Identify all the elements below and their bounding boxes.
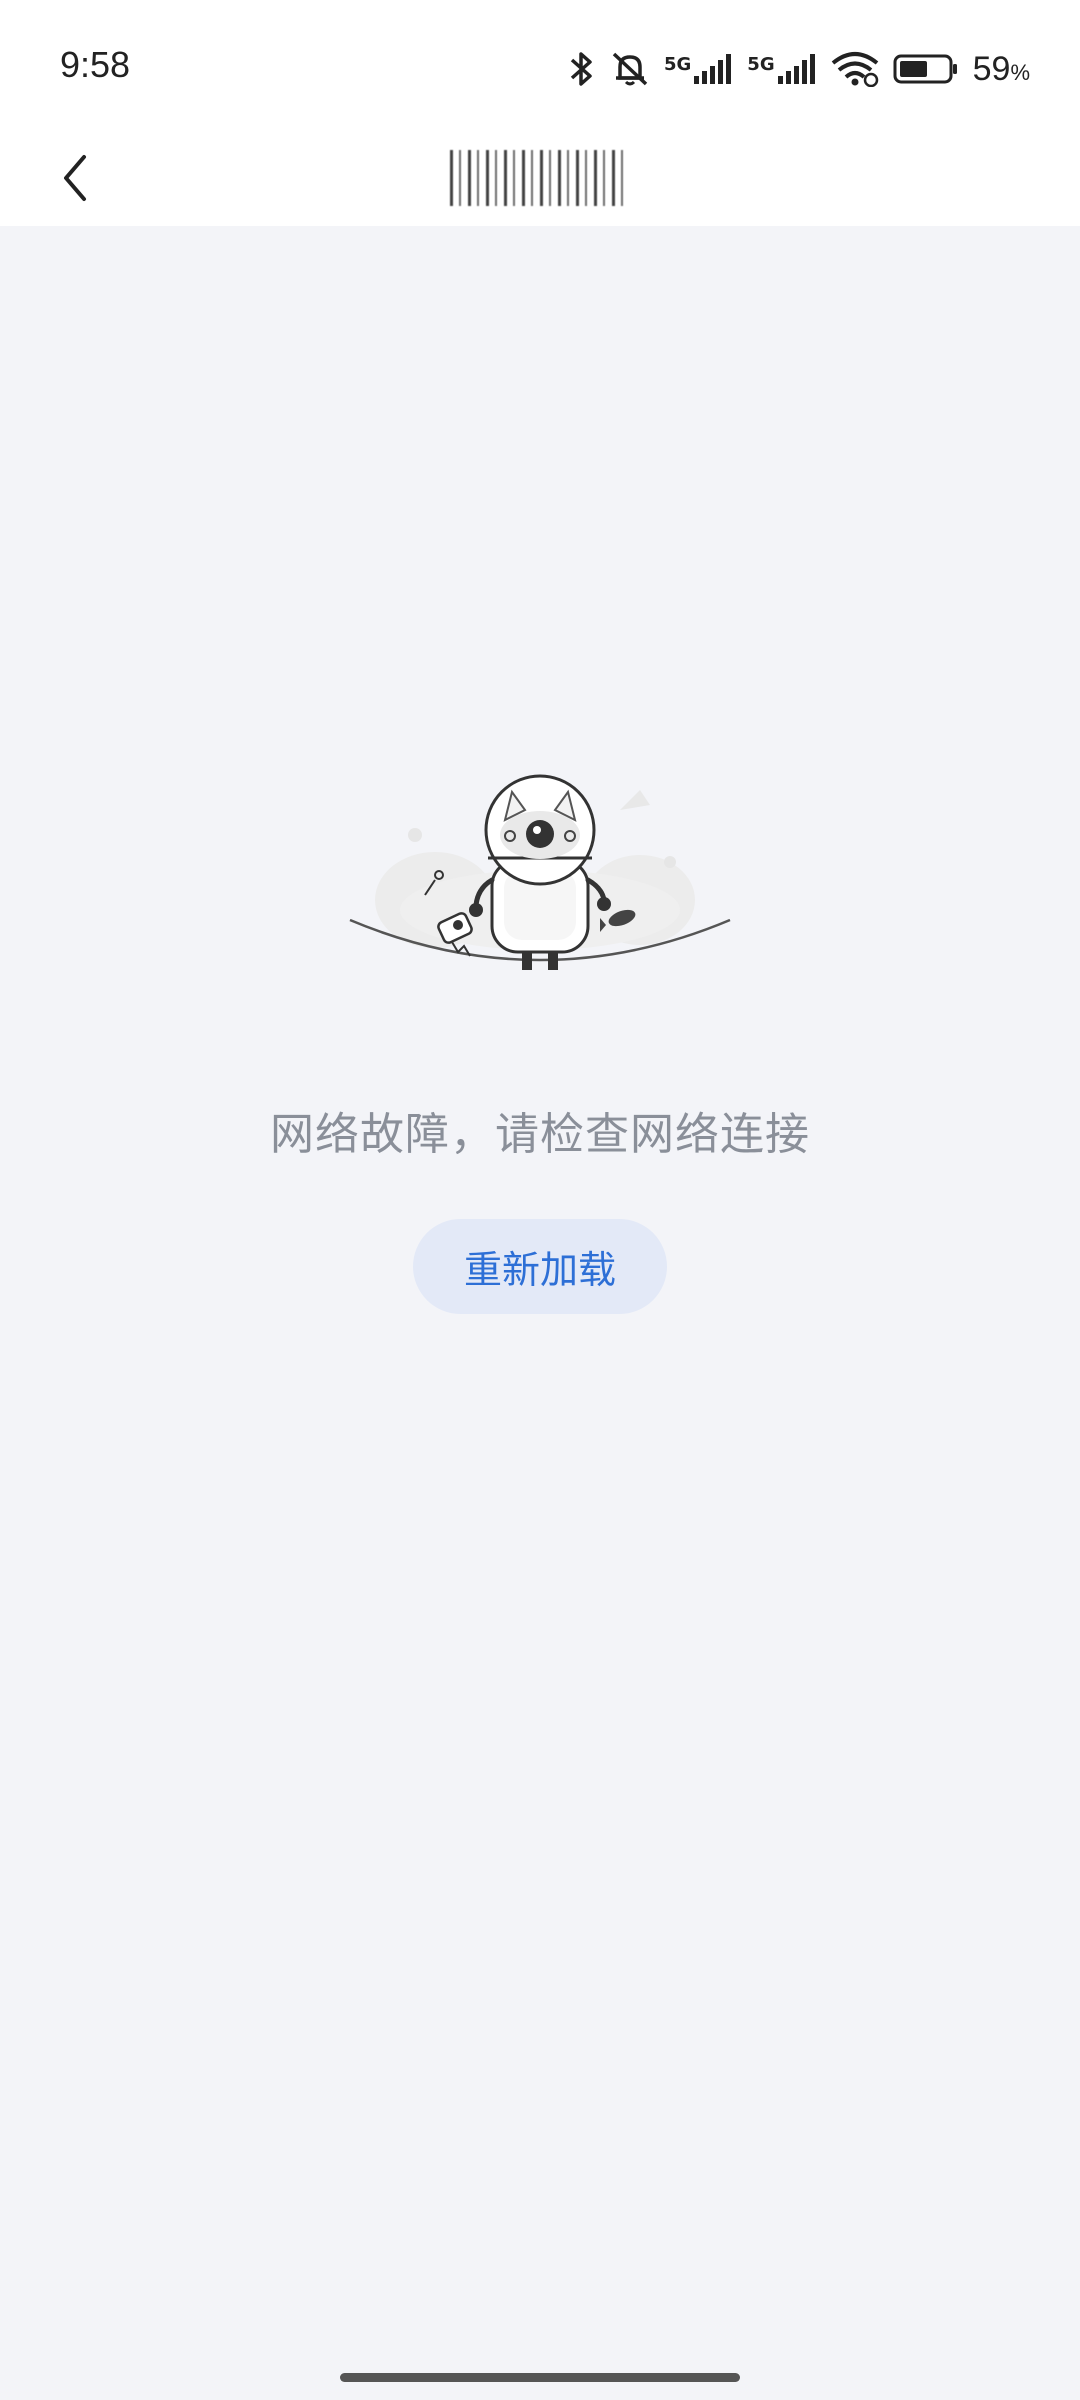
network-error-illustration — [349, 774, 731, 970]
navigation-bar — [0, 130, 1080, 226]
reload-button[interactable]: 重新加载 — [413, 1219, 667, 1314]
bluetooth-icon — [570, 52, 592, 86]
back-button[interactable] — [40, 130, 110, 226]
network-type-label: 5G — [747, 54, 775, 75]
battery-percentage: 59% — [973, 50, 1030, 89]
signal-5g-icon: 5G — [747, 54, 816, 84]
network-error-message: 网络故障，请检查网络连接 — [270, 1109, 810, 1160]
home-indicator[interactable] — [340, 2373, 740, 2382]
battery-icon — [893, 54, 957, 84]
wifi-icon — [831, 52, 878, 87]
status-icons: 5G 5G 59% — [568, 44, 1030, 94]
mute-icon — [612, 52, 648, 86]
network-type-label: 5G — [663, 54, 692, 75]
obscured-page-title — [450, 150, 630, 206]
status-bar: 9:58 5G 5G 59% — [0, 0, 1080, 130]
battery-value: 59 — [972, 49, 1011, 88]
battery-unit: % — [1010, 59, 1030, 85]
chevron-left-icon — [64, 155, 86, 201]
status-time: 9:58 — [60, 44, 131, 85]
signal-5g-icon: 5G — [664, 54, 733, 84]
